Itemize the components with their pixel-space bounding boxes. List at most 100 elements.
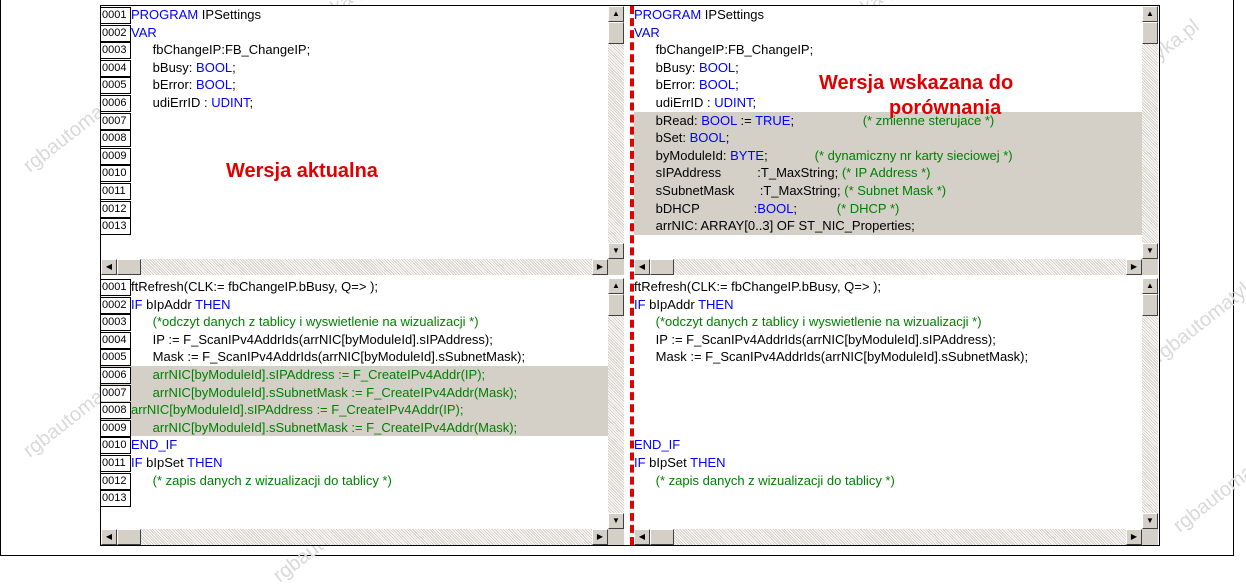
code-view-current-body[interactable]: 0001 ftRefresh(CLK:= fbChangeIP.bBusy, Q=… [101,278,608,529]
code-line[interactable]: 0006 udiErrID : UDINT; [101,94,608,112]
code-line[interactable]: 0002 IF bIpAddr THEN [101,296,608,314]
code-line[interactable]: 0003 (*odczyt danych z tablicy i wyswiet… [101,313,608,332]
code-line[interactable]: 0005 bError: BOOL; [101,76,608,95]
code-line[interactable]: END_IF [634,436,1142,454]
scroll-thumb[interactable] [650,259,674,275]
code-line[interactable]: sIPAddress :T_MaxString; (* IP Address *… [634,164,1142,182]
scroll-left-icon[interactable]: ◀ [634,529,650,545]
scroll-up-icon[interactable]: ▲ [608,6,624,22]
code-line[interactable] [634,489,1142,507]
code-line[interactable] [634,401,1142,419]
code-line[interactable]: 0002 VAR [101,24,608,42]
code-line[interactable]: (*odczyt danych z tablicy i wyswietlenie… [634,313,1142,331]
code-line[interactable]: IP := F_ScanIPv4AddrIds(arrNIC[byModuleI… [634,331,1142,349]
scroll-left-icon[interactable]: ◀ [634,259,650,275]
code-token: ; [249,94,254,110]
code-line[interactable]: bSet: BOOL; [634,129,1142,147]
code-line[interactable] [634,419,1142,437]
vertical-scrollbar[interactable]: ▲ ▼ [608,6,624,259]
scroll-right-icon[interactable]: ▶ [1126,529,1142,545]
code-line[interactable]: bDHCP :BOOL; (* DHCP *) [634,199,1142,218]
code-line[interactable]: sSubnetMask :T_MaxString; (* Subnet Mask… [634,181,1142,200]
code-line[interactable]: 0007 arrNIC[byModuleId].sSubnetMask := F… [101,383,608,402]
code-text: IF bIpAddr THEN [634,296,733,314]
code-line[interactable]: 0013 [101,489,608,508]
code-view-current-declarations[interactable]: 0001 PROGRAM IPSettings 0002 VAR 0003 fbChan… [101,6,608,259]
scroll-thumb[interactable] [117,529,141,545]
scroll-left-icon[interactable]: ◀ [101,259,117,275]
scroll-thumb[interactable] [117,259,141,275]
code-line[interactable]: IF bIpSet THEN [634,454,1142,472]
code-view-compared-body[interactable]: ftRefresh(CLK:= fbChangeIP.bBusy, Q=> );… [634,278,1142,529]
code-line[interactable]: 0008 [101,129,608,148]
code-line[interactable]: 0007 [101,112,608,130]
scroll-down-icon[interactable]: ▼ [608,513,624,529]
code-line[interactable]: 0012 (* zapis danych z wizualizacji do t… [101,472,608,490]
code-line[interactable]: IF bIpAddr THEN [634,296,1142,314]
code-text: ftRefresh(CLK:= fbChangeIP.bBusy, Q=> ); [131,278,378,296]
pane-bottom-left[interactable]: 0001 ftRefresh(CLK:= fbChangeIP.bBusy, Q=… [101,278,624,545]
comment-token: arrNIC[byModuleId].sSubnetMask := F_Crea… [131,384,518,400]
code-line[interactable]: 0003 fbChangeIP:FB_ChangeIP; [101,41,608,60]
line-number: 0005 [101,349,131,367]
code-line[interactable] [634,366,1142,384]
scroll-down-icon[interactable]: ▼ [1142,243,1158,259]
code-line[interactable]: (* zapis danych z wizualizacji do tablic… [634,472,1142,490]
code-line[interactable]: 0011 IF bIpSet THEN [101,454,608,472]
code-line[interactable]: 0005 Mask := F_ScanIPv4AddrIds(arrNIC[by… [101,348,608,367]
code-line[interactable]: 0011 [101,182,608,200]
code-line[interactable]: VAR [634,24,1142,42]
pane-top-right[interactable]: PROGRAM IPSettings VAR fbChangeIP:FB_Chan… [634,6,1158,275]
vertical-scrollbar[interactable]: ▲ ▼ [608,278,624,529]
code-line[interactable]: 0008 arrNIC[byModuleId].sIPAddress := F_C… [101,401,608,420]
code-token: IPSettings [198,7,262,22]
code-line[interactable]: 0013 [101,217,608,236]
scroll-down-icon[interactable]: ▼ [608,243,624,259]
code-line[interactable]: PROGRAM IPSettings [634,6,1142,24]
horizontal-scrollbar[interactable]: ◀ ▶ [634,529,1142,545]
horizontal-scrollbar[interactable]: ◀ ▶ [634,259,1142,275]
scroll-thumb[interactable] [1142,22,1158,44]
code-line[interactable]: bRead: BOOL := TRUE; (* zmienne sterujac… [634,111,1142,130]
code-line[interactable]: 0004 IP := F_ScanIPv4AddrIds(arrNIC[byMo… [101,331,608,349]
keyword-token: UDINT [714,94,753,110]
scroll-left-icon[interactable]: ◀ [101,529,117,545]
scroll-right-icon[interactable]: ▶ [592,529,608,545]
scroll-right-icon[interactable]: ▶ [592,259,608,275]
code-line[interactable]: 0012 [101,200,608,218]
code-line[interactable] [634,384,1142,402]
code-line[interactable]: 0010 END_IF [101,436,608,455]
horizontal-scrollbar[interactable]: ◀ ▶ [101,529,608,545]
code-line[interactable]: byModuleId: BYTE; (* dynamiczny nr karty… [634,146,1142,165]
scroll-right-icon[interactable]: ▶ [1126,259,1142,275]
code-view-compared-declarations[interactable]: PROGRAM IPSettings VAR fbChangeIP:FB_Chan… [634,6,1142,259]
code-line[interactable]: fbChangeIP:FB_ChangeIP; [634,41,1142,59]
vertical-scrollbar[interactable]: ▲ ▼ [1142,278,1158,529]
code-line[interactable]: 0001 ftRefresh(CLK:= fbChangeIP.bBusy, Q=… [101,278,608,296]
scroll-up-icon[interactable]: ▲ [1142,278,1158,294]
code-line[interactable]: Mask := F_ScanIPv4AddrIds(arrNIC[byModul… [634,348,1142,366]
code-line[interactable]: 0009 arrNIC[byModuleId].sSubnetMask := F… [101,418,608,437]
code-line[interactable]: ftRefresh(CLK:= fbChangeIP.bBusy, Q=> ); [634,278,1142,296]
code-line[interactable]: arrNIC: ARRAY[0..3] OF ST_NIC_Properties… [634,217,1142,235]
scroll-down-icon[interactable]: ▼ [1142,513,1158,529]
scroll-thumb[interactable] [608,22,624,44]
code-line[interactable]: 0004 bBusy: BOOL; [101,59,608,77]
scroll-thumb[interactable] [1142,294,1158,316]
pane-top-left[interactable]: 0001 PROGRAM IPSettings 0002 VAR 0003 fbChan… [101,6,624,275]
scroll-up-icon[interactable]: ▲ [608,278,624,294]
code-line[interactable]: 0001 PROGRAM IPSettings [101,6,608,24]
code-token: ; [232,77,236,93]
code-line[interactable]: udiErrID : UDINT; [634,94,1142,112]
pane-bottom-right[interactable]: ftRefresh(CLK:= fbChangeIP.bBusy, Q=> );… [634,278,1158,545]
code-line[interactable]: 0006 arrNIC[byModuleId].sIPAddress := F_… [101,365,608,384]
comment-token: (*odczyt danych z tablicy i wyswietlenie… [634,314,982,330]
code-token: bSet: [634,130,690,146]
scroll-up-icon[interactable]: ▲ [1142,6,1158,22]
scroll-thumb[interactable] [608,294,624,316]
scroll-thumb[interactable] [650,529,674,545]
horizontal-scrollbar[interactable]: ◀ ▶ [101,259,608,275]
vertical-scrollbar[interactable]: ▲ ▼ [1142,6,1158,259]
keyword-token: PROGRAM [131,7,199,22]
keyword-token: IF [634,296,646,312]
